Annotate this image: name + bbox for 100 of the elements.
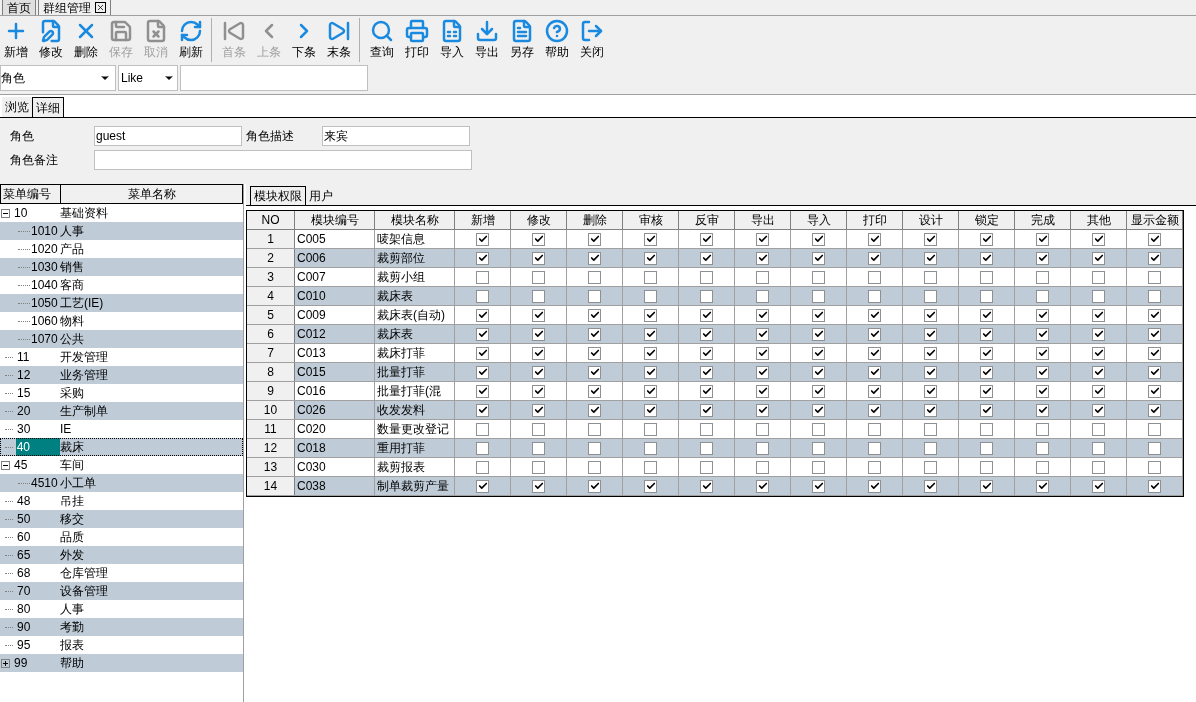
checkbox[interactable] (924, 232, 937, 246)
checkbox[interactable] (476, 479, 489, 493)
checkbox[interactable] (588, 289, 601, 303)
checkbox[interactable] (812, 365, 825, 379)
checkbox[interactable] (588, 232, 601, 246)
checkbox[interactable] (476, 346, 489, 360)
checkbox[interactable] (924, 365, 937, 379)
checkbox[interactable] (868, 232, 881, 246)
checkbox[interactable] (644, 327, 657, 341)
tree-row[interactable]: 65 外发 (0, 546, 243, 564)
checkbox[interactable] (532, 346, 545, 360)
checkbox[interactable] (644, 270, 657, 284)
checkbox[interactable] (532, 460, 545, 474)
checkbox[interactable] (812, 384, 825, 398)
checkbox[interactable] (756, 365, 769, 379)
checkbox[interactable] (756, 308, 769, 322)
checkbox[interactable] (532, 441, 545, 455)
checkbox[interactable] (588, 251, 601, 265)
checkbox[interactable] (980, 308, 993, 322)
toolbar-button[interactable]: 末条 (323, 19, 355, 61)
checkbox[interactable] (1148, 327, 1161, 341)
role-input[interactable]: guest (94, 126, 242, 146)
checkbox[interactable] (1148, 403, 1161, 417)
checkbox[interactable] (1092, 403, 1105, 417)
checkbox[interactable] (756, 251, 769, 265)
role-note-input[interactable] (94, 150, 472, 170)
checkbox[interactable] (588, 479, 601, 493)
checkbox[interactable] (868, 479, 881, 493)
tree-row[interactable]: 20 生产制单 (0, 402, 243, 420)
checkbox[interactable] (756, 441, 769, 455)
checkbox[interactable] (1036, 384, 1049, 398)
checkbox[interactable] (1148, 232, 1161, 246)
checkbox[interactable] (700, 460, 713, 474)
checkbox[interactable] (756, 479, 769, 493)
checkbox[interactable] (1036, 270, 1049, 284)
toolbar-button[interactable]: 帮助 (541, 19, 573, 61)
checkbox[interactable] (924, 327, 937, 341)
checkbox[interactable] (812, 460, 825, 474)
toolbar-button[interactable]: 查询 (366, 19, 398, 61)
checkbox[interactable] (1148, 365, 1161, 379)
checkbox[interactable] (1148, 422, 1161, 436)
checkbox[interactable] (1092, 289, 1105, 303)
checkbox[interactable] (532, 251, 545, 265)
collapse-icon[interactable] (1, 208, 10, 218)
checkbox[interactable] (812, 346, 825, 360)
checkbox[interactable] (756, 346, 769, 360)
toolbar-button[interactable]: 删除 (70, 19, 102, 61)
checkbox[interactable] (868, 384, 881, 398)
checkbox[interactable] (476, 422, 489, 436)
checkbox[interactable] (1148, 289, 1161, 303)
checkbox[interactable] (756, 270, 769, 284)
checkbox[interactable] (980, 384, 993, 398)
tree-row[interactable]: 4510 小工单 (0, 474, 243, 492)
checkbox[interactable] (924, 251, 937, 265)
checkbox[interactable] (700, 251, 713, 265)
checkbox[interactable] (812, 251, 825, 265)
checkbox[interactable] (868, 403, 881, 417)
checkbox[interactable] (1092, 346, 1105, 360)
checkbox[interactable] (924, 479, 937, 493)
toolbar-button[interactable]: 修改 (35, 19, 67, 61)
checkbox[interactable] (700, 270, 713, 284)
checkbox[interactable] (476, 365, 489, 379)
checkbox[interactable] (868, 441, 881, 455)
checkbox[interactable] (756, 460, 769, 474)
toolbar-button[interactable]: 导入 (436, 19, 468, 61)
checkbox[interactable] (476, 460, 489, 474)
checkbox[interactable] (1148, 460, 1161, 474)
toolbar-button[interactable]: 关闭 (576, 19, 608, 61)
checkbox[interactable] (532, 403, 545, 417)
checkbox[interactable] (588, 346, 601, 360)
checkbox[interactable] (924, 346, 937, 360)
checkbox[interactable] (980, 403, 993, 417)
checkbox[interactable] (1148, 251, 1161, 265)
checkbox[interactable] (532, 479, 545, 493)
checkbox[interactable] (644, 346, 657, 360)
checkbox[interactable] (644, 479, 657, 493)
checkbox[interactable] (476, 270, 489, 284)
checkbox[interactable] (532, 289, 545, 303)
checkbox[interactable] (868, 270, 881, 284)
tree-row[interactable]: 1050 工艺(IE) (0, 294, 243, 312)
toolbar-button[interactable]: 打印 (401, 19, 433, 61)
detail-tab[interactable]: 模块权限 (250, 186, 306, 205)
toolbar-button[interactable]: 刷新 (175, 19, 207, 61)
checkbox[interactable] (1092, 232, 1105, 246)
checkbox[interactable] (868, 422, 881, 436)
field-dropdown[interactable]: 角色 (0, 65, 116, 91)
checkbox[interactable] (700, 422, 713, 436)
filter-input[interactable] (180, 65, 368, 91)
checkbox[interactable] (812, 422, 825, 436)
checkbox[interactable] (1036, 251, 1049, 265)
checkbox[interactable] (644, 403, 657, 417)
checkbox[interactable] (700, 289, 713, 303)
checkbox[interactable] (868, 365, 881, 379)
checkbox[interactable] (588, 327, 601, 341)
checkbox[interactable] (868, 308, 881, 322)
close-icon[interactable] (95, 2, 106, 13)
checkbox[interactable] (868, 251, 881, 265)
checkbox[interactable] (700, 479, 713, 493)
checkbox[interactable] (1092, 308, 1105, 322)
checkbox[interactable] (1036, 479, 1049, 493)
